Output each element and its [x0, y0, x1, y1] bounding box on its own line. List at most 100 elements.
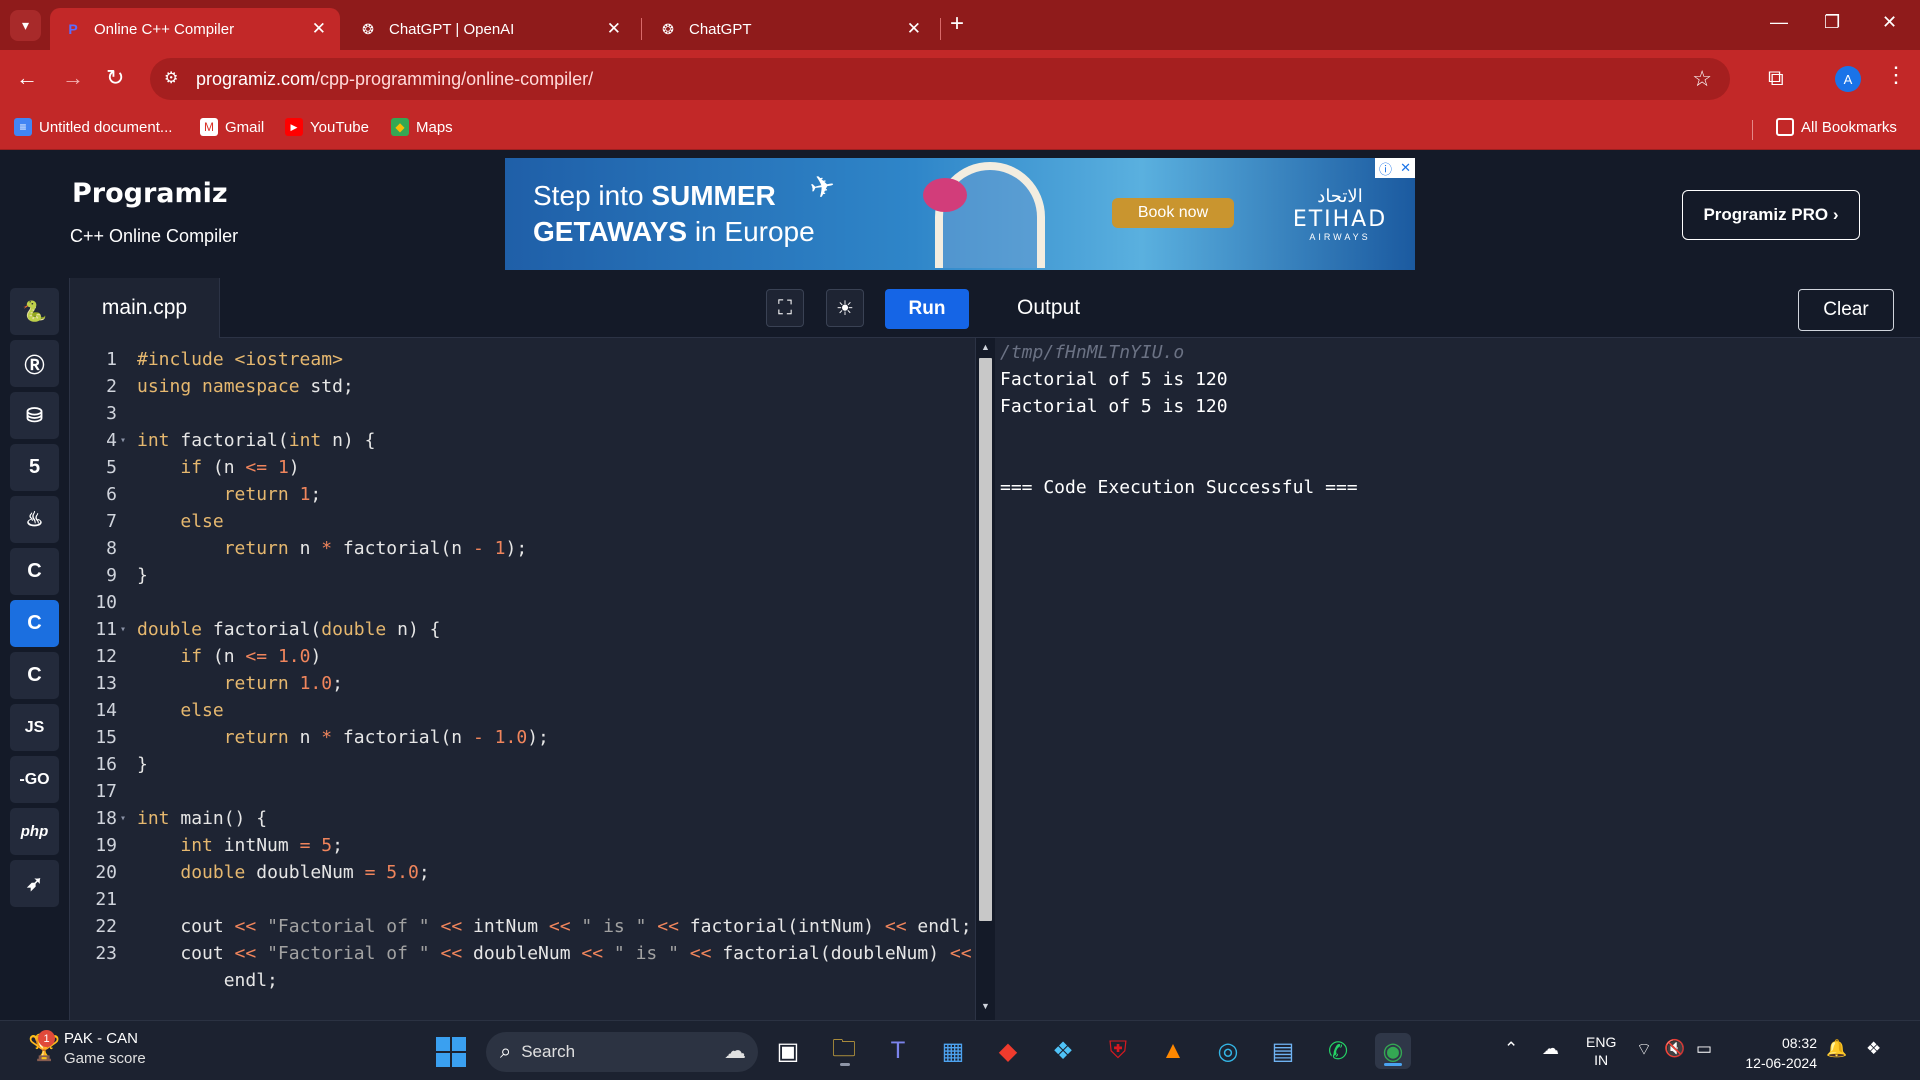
whatsapp-icon[interactable]: ✆ [1320, 1033, 1356, 1069]
address-bar[interactable]: ⚙ programiz.com/cpp-programming/online-c… [150, 58, 1730, 100]
sports-widget[interactable]: 🏆 1 PAK - CAN Game score [28, 1029, 146, 1069]
minimize-icon[interactable]: — [1770, 12, 1788, 33]
code-line[interactable]: 15 return n * factorial(n - 1.0); [70, 724, 975, 751]
code-line[interactable]: 13 return 1.0; [70, 670, 975, 697]
mcafee-icon[interactable]: ⛨ [1100, 1033, 1136, 1069]
tab-chatgpt-openai[interactable]: ❂ ChatGPT | OpenAI ✕ [345, 8, 635, 50]
close-tab-icon[interactable]: ✕ [607, 19, 621, 39]
onedrive-icon[interactable]: ☁ [1542, 1039, 1559, 1059]
reload-icon[interactable]: ↻ [106, 65, 124, 91]
code-line[interactable]: 14 else [70, 697, 975, 724]
input-language-indicator[interactable]: ENG IN [1586, 1033, 1616, 1069]
wifi-icon[interactable]: ⌔ [1636, 1039, 1652, 1060]
html5-icon[interactable]: 5 [10, 444, 59, 491]
clear-button[interactable]: Clear [1798, 289, 1894, 331]
task-view-icon[interactable]: ▣ [770, 1033, 806, 1069]
close-tab-icon[interactable]: ✕ [312, 19, 326, 39]
edge-icon[interactable]: ◎ [1210, 1033, 1246, 1069]
run-button[interactable]: Run [885, 289, 969, 329]
url-text[interactable]: programiz.com/cpp-programming/online-com… [196, 69, 593, 90]
code-line[interactable]: 8 return n * factorial(n - 1); [70, 535, 975, 562]
code-line[interactable]: 18 ▾ int main() { [70, 805, 975, 832]
bookmark-youtube[interactable]: ▶ YouTube [285, 118, 369, 136]
swift-icon[interactable]: ➶ [10, 860, 59, 907]
go-language-icon[interactable]: -GO [10, 756, 59, 803]
adchoices-info-icon[interactable]: ⓘ [1379, 159, 1392, 178]
microsoft-store-icon[interactable]: ▦ [935, 1033, 971, 1069]
volume-muted-icon[interactable]: 🔇 [1664, 1039, 1685, 1059]
browser-menu-icon[interactable]: ⋮ [1885, 62, 1907, 88]
fold-arrow-icon[interactable]: ▾ [120, 616, 126, 643]
code-line[interactable]: 21 [70, 886, 975, 913]
file-explorer-icon[interactable]: 🗀 [826, 1033, 862, 1069]
scroll-up-arrow-icon[interactable]: ▲ [981, 342, 990, 352]
java-icon[interactable]: ♨ [10, 496, 59, 543]
code-line[interactable]: 17 [70, 778, 975, 805]
code-line[interactable]: 23 cout << "Factorial of " << doubleNum … [70, 940, 975, 967]
code-line[interactable]: 5 if (n <= 1) [70, 454, 975, 481]
site-info-icon[interactable]: ⚙ [164, 68, 178, 88]
bookmark-untitled-document[interactable]: ≡ Untitled document... [14, 118, 172, 136]
copilot-preview-icon[interactable]: ❖ [1866, 1039, 1881, 1059]
code-line[interactable]: 12 if (n <= 1.0) [70, 643, 975, 670]
javascript-icon[interactable]: JS [10, 704, 59, 751]
code-line[interactable]: 6 return 1; [70, 481, 975, 508]
system-clock[interactable]: 08:32 12-06-2024 [1737, 1033, 1817, 1073]
ad-choices[interactable]: ⓘ ✕ [1375, 158, 1415, 178]
code-line[interactable]: 20 double doubleNum = 5.0; [70, 859, 975, 886]
chrome-icon[interactable]: ◉ [1375, 1033, 1411, 1069]
fold-arrow-icon[interactable]: ▾ [120, 805, 126, 832]
code-line[interactable]: endl; [70, 967, 975, 994]
fullscreen-icon[interactable]: ⛶ [766, 289, 804, 327]
battery-icon[interactable]: ▭ [1696, 1039, 1712, 1059]
dev-home-icon[interactable]: ▤ [1265, 1033, 1301, 1069]
code-line[interactable]: 22 cout << "Factorial of " << intNum << … [70, 913, 975, 940]
forward-icon[interactable]: → [62, 65, 84, 91]
code-line[interactable]: 16} [70, 751, 975, 778]
php-icon[interactable]: php [10, 808, 59, 855]
profile-avatar[interactable]: A [1835, 66, 1861, 92]
code-line[interactable]: 3 [70, 400, 975, 427]
cpp-language-icon[interactable]: C [10, 600, 59, 647]
tab-search-button[interactable]: ▾ [10, 10, 41, 41]
restore-icon[interactable]: ❐ [1824, 12, 1840, 33]
file-tab-main-cpp[interactable]: main.cpp [70, 278, 220, 338]
code-line[interactable]: 2 using namespace std; [70, 373, 975, 400]
code-line[interactable]: 9} [70, 562, 975, 589]
scroll-down-arrow-icon[interactable]: ▼ [981, 1001, 990, 1011]
all-bookmarks-button[interactable]: All Bookmarks [1776, 118, 1897, 136]
windows-start-icon[interactable] [436, 1037, 466, 1067]
show-hidden-icons-chevron-icon[interactable]: ⌃ [1504, 1039, 1518, 1059]
code-line[interactable]: 10 [70, 589, 975, 616]
ad-book-now-button[interactable]: Book now [1112, 198, 1234, 228]
bookmark-gmail[interactable]: M Gmail [200, 118, 264, 136]
notification-bell-icon[interactable]: 🔔 [1826, 1039, 1847, 1059]
ad-close-icon[interactable]: ✕ [1400, 160, 1411, 176]
code-line[interactable]: 7 else [70, 508, 975, 535]
bookmark-maps[interactable]: ◆ Maps [391, 118, 453, 136]
bookmark-star-icon[interactable]: ☆ [1692, 66, 1712, 92]
copilot-icon[interactable]: ❖ [1045, 1033, 1081, 1069]
code-line[interactable]: 4 ▾ int factorial(int n) { [70, 427, 975, 454]
code-line[interactable]: 19 int intNum = 5; [70, 832, 975, 859]
tab-chatgpt[interactable]: ❂ ChatGPT ✕ [645, 8, 935, 50]
tab-online-cpp-compiler[interactable]: P Online C++ Compiler ✕ [50, 8, 340, 50]
sql-database-icon[interactable]: ⛁ [10, 392, 59, 439]
fold-arrow-icon[interactable]: ▾ [120, 427, 126, 454]
teams-icon[interactable]: T [880, 1033, 916, 1069]
close-window-icon[interactable]: ✕ [1882, 12, 1897, 33]
output-console[interactable]: /tmp/fHnMLTnYIU.o Factorial of 5 is 120 … [995, 338, 1920, 1020]
taskbar-search-box[interactable]: ⌕ Search ☁ [486, 1032, 758, 1072]
etihad-advertisement[interactable]: Step into SUMMER GETAWAYS in Europe ✈ Bo… [505, 158, 1415, 270]
code-line[interactable]: 1 #include <iostream> [70, 346, 975, 373]
code-editor[interactable]: 1 #include <iostream> 2 using namespace std… [70, 338, 975, 1020]
anydesk-icon[interactable]: ◆ [990, 1033, 1026, 1069]
vlc-icon[interactable]: ▲ [1155, 1033, 1191, 1069]
extensions-icon[interactable]: ⧉ [1768, 65, 1784, 91]
close-tab-icon[interactable]: ✕ [907, 19, 921, 39]
back-icon[interactable]: ← [16, 65, 38, 91]
r-language-icon[interactable]: Ⓡ [10, 340, 59, 387]
programiz-logo[interactable]: Programiz [72, 178, 228, 209]
csharp-language-icon[interactable]: C [10, 652, 59, 699]
theme-toggle-sun-icon[interactable]: ☀ [826, 289, 864, 327]
